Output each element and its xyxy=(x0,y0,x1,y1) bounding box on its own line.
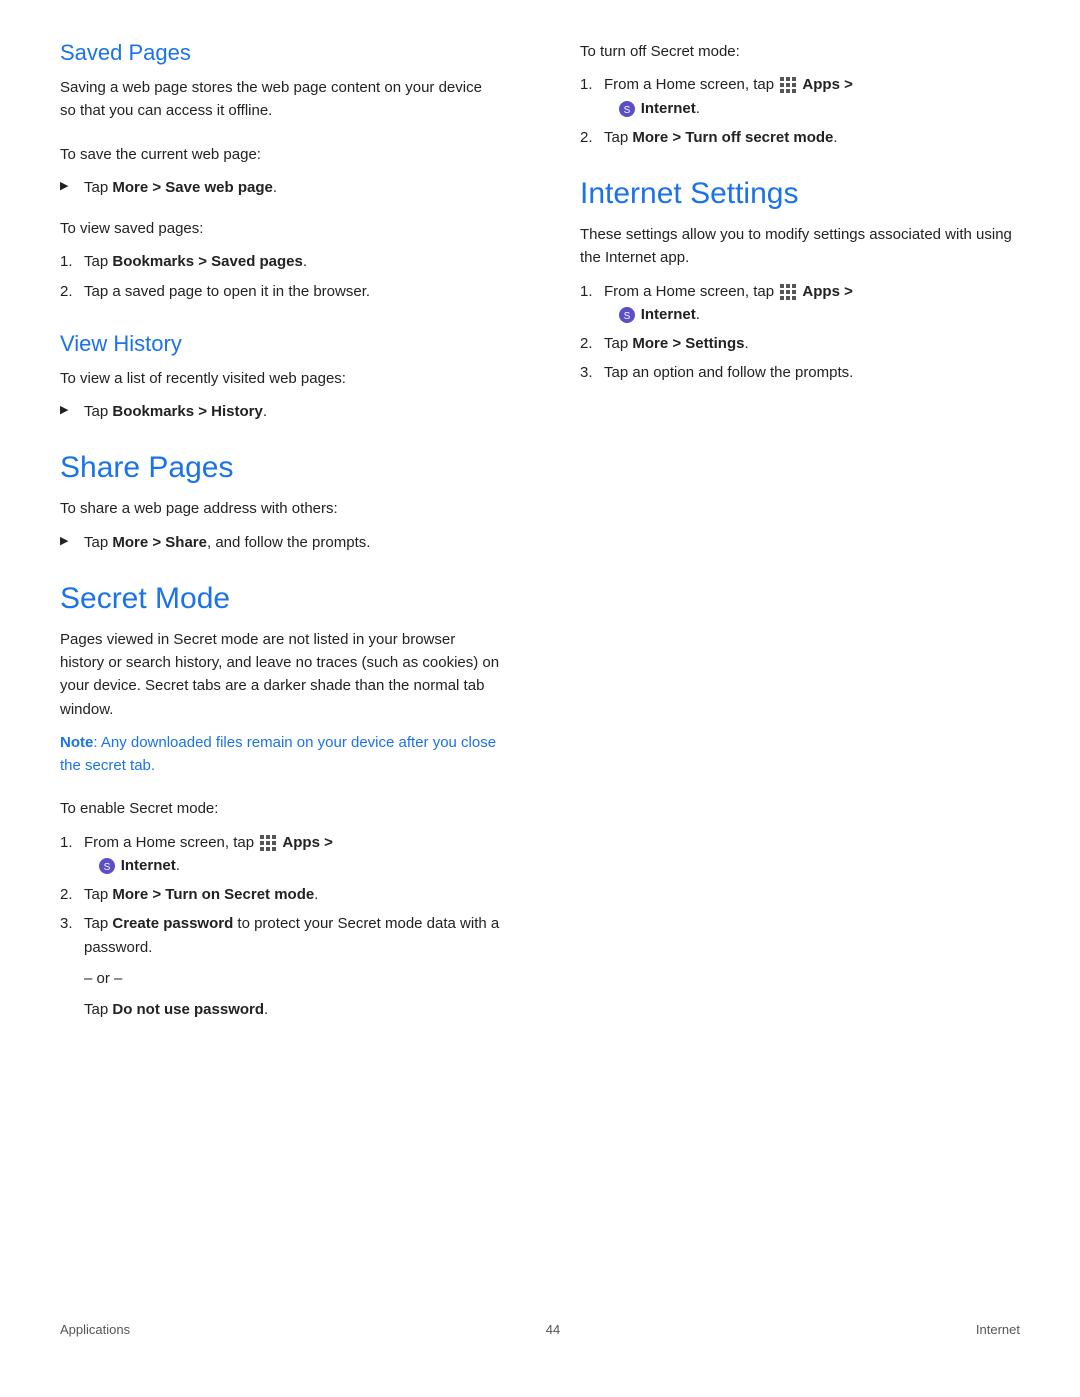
apps-icon-right-2 xyxy=(779,283,797,301)
view-step-1: 1. Tap Bookmarks > Saved pages. xyxy=(60,250,500,273)
turn-off-steps: 1. From a Home screen, tap xyxy=(580,73,1020,149)
enable-instruction: To enable Secret mode: xyxy=(60,797,500,820)
left-column: Saved Pages Saving a web page stores the… xyxy=(60,40,540,1302)
view-step-2: 2. Tap a saved page to open it in the br… xyxy=(60,280,500,303)
footer-center: 44 xyxy=(546,1322,560,1337)
enable-step-2: 2. Tap More > Turn on Secret mode. xyxy=(60,883,500,906)
share-pages-heading: Share Pages xyxy=(60,451,500,485)
internet-icon-left-1: S xyxy=(98,857,116,875)
enable-step-3: 3. Tap Create password to protect your S… xyxy=(60,912,500,1021)
do-not-use-text: Tap Do not use password. xyxy=(84,998,500,1021)
or-text: – or – xyxy=(84,967,500,990)
svg-text:S: S xyxy=(623,311,630,322)
content-area: Saved Pages Saving a web page stores the… xyxy=(60,40,1020,1302)
apps-icon xyxy=(259,834,277,852)
saved-pages-section: Saved Pages Saving a web page stores the… xyxy=(60,40,500,303)
apps-icon-right-1 xyxy=(779,76,797,94)
turn-off-step-2: 2. Tap More > Turn off secret mode. xyxy=(580,126,1020,149)
footer-left: Applications xyxy=(60,1322,130,1337)
secret-mode-section: Secret Mode Pages viewed in Secret mode … xyxy=(60,582,500,1022)
share-pages-section: Share Pages To share a web page address … xyxy=(60,451,500,554)
settings-step-1: 1. From a Home screen, tap xyxy=(580,280,1020,327)
saved-pages-save-instruction: To save the current web page: xyxy=(60,143,500,166)
view-history-intro: To view a list of recently visited web p… xyxy=(60,367,500,390)
history-bullet-text: Tap Bookmarks > History. xyxy=(84,403,267,420)
secret-mode-note: Note: Any downloaded files remain on you… xyxy=(60,731,500,778)
internet-icon-right-1: S xyxy=(618,100,636,118)
enable-step-1: 1. From a Home screen, tap xyxy=(60,831,500,878)
internet-settings-steps: 1. From a Home screen, tap xyxy=(580,280,1020,385)
view-instruction: To view saved pages: xyxy=(60,217,500,240)
right-column: To turn off Secret mode: 1. From a Home … xyxy=(540,40,1020,1302)
page: Saved Pages Saving a web page stores the… xyxy=(0,0,1080,1397)
share-pages-intro: To share a web page address with others: xyxy=(60,497,500,520)
turn-off-step-1: 1. From a Home screen, tap xyxy=(580,73,1020,120)
internet-settings-intro: These settings allow you to modify setti… xyxy=(580,223,1020,270)
save-bullet: Tap More > Save web page. xyxy=(60,176,500,199)
internet-icon-right-2: S xyxy=(618,306,636,324)
view-history-section: View History To view a list of recently … xyxy=(60,331,500,424)
view-history-heading: View History xyxy=(60,331,500,357)
view-steps: 1. Tap Bookmarks > Saved pages. 2. Tap a… xyxy=(60,250,500,303)
settings-step-2: 2. Tap More > Settings. xyxy=(580,332,1020,355)
secret-mode-heading: Secret Mode xyxy=(60,582,500,616)
footer-right: Internet xyxy=(976,1322,1020,1337)
internet-settings-heading: Internet Settings xyxy=(580,177,1020,211)
svg-text:S: S xyxy=(103,862,110,873)
turn-off-instruction: To turn off Secret mode: xyxy=(580,40,1020,63)
footer: Applications 44 Internet xyxy=(60,1302,1020,1337)
svg-text:S: S xyxy=(623,105,630,116)
internet-settings-section: Internet Settings These settings allow y… xyxy=(580,177,1020,385)
settings-step-3: 3. Tap an option and follow the prompts. xyxy=(580,361,1020,384)
saved-pages-heading: Saved Pages xyxy=(60,40,500,66)
secret-mode-off-section: To turn off Secret mode: 1. From a Home … xyxy=(580,40,1020,149)
share-bullet-text: Tap More > Share, and follow the prompts… xyxy=(84,534,370,551)
history-bullet: Tap Bookmarks > History. xyxy=(60,400,500,423)
share-bullet: Tap More > Share, and follow the prompts… xyxy=(60,531,500,554)
enable-steps: 1. From a Home screen, tap xyxy=(60,831,500,1022)
save-bullet-text: Tap More > Save web page. xyxy=(84,179,277,196)
saved-pages-intro: Saving a web page stores the web page co… xyxy=(60,76,500,123)
secret-mode-intro: Pages viewed in Secret mode are not list… xyxy=(60,628,500,721)
